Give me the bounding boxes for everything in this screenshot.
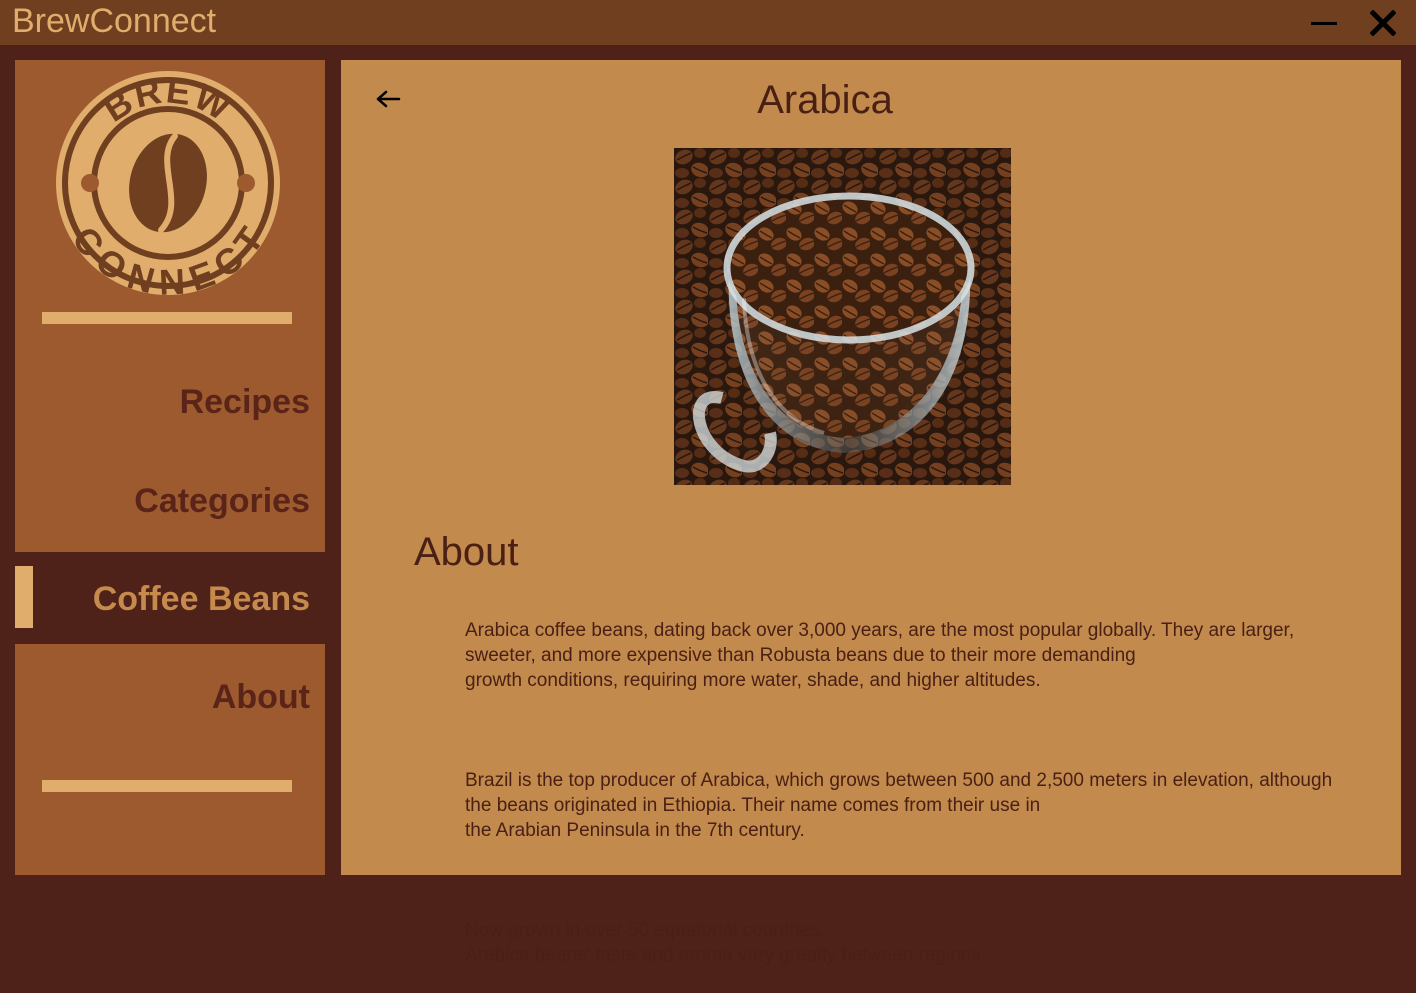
app-title: BrewConnect [12,2,217,40]
main-content: Arabica About Arabica coffee beans, dati… [341,60,1401,966]
sidebar-item-about[interactable]: About [15,677,325,717]
title-bar: BrewConnect [0,0,1416,45]
sidebar-panel-top: BREW CONNECT Recipes Categories [15,60,325,552]
sidebar-divider-bottom [42,780,292,792]
about-text: Arabica coffee beans, dating back over 3… [465,593,1385,993]
sidebar: BREW CONNECT Recipes Categories Coffee B… [15,60,325,875]
section-title-about: About [414,530,519,574]
close-button[interactable] [1360,0,1406,45]
sidebar-divider-top [42,312,292,324]
minimize-button[interactable] [1301,0,1347,45]
sidebar-item-coffee-beans[interactable]: Coffee Beans [15,579,325,619]
close-icon [1370,9,1396,36]
sidebar-panel-bottom: About [15,644,325,875]
about-paragraph-3: Now grown in over 50 equatorial countrie… [465,920,987,966]
brewconnect-logo: BREW CONNECT [56,70,280,296]
page-title: Arabica [757,78,893,122]
minimize-icon [1311,21,1337,25]
about-paragraph-2: Brazil is the top producer of Arabica, w… [465,770,1333,841]
about-paragraph-1: Arabica coffee beans, dating back over 3… [465,620,1295,691]
sidebar-item-categories[interactable]: Categories [15,481,325,521]
sidebar-item-recipes[interactable]: Recipes [15,382,325,422]
coffee-beans-image [674,148,1011,485]
